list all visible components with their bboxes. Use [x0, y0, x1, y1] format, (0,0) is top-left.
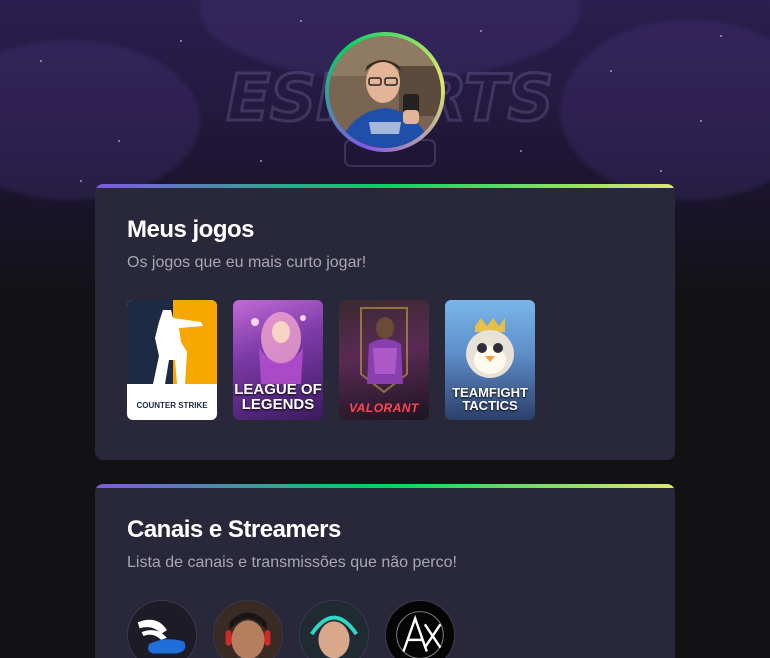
- winged-shoe-icon: [128, 601, 196, 658]
- avatar-photo: [329, 36, 441, 148]
- page: ESPORTS Meus jogos Os jogos que eu mais: [0, 0, 770, 658]
- agent-art-icon: [360, 307, 408, 394]
- channel-streamer-2[interactable]: [299, 600, 369, 658]
- game-valorant[interactable]: VALORANT: [339, 300, 429, 420]
- streamer-avatar: [300, 601, 368, 658]
- games-title: Meus jogos: [127, 216, 255, 243]
- games-subtitle: Os jogos que eu mais curto jogar!: [127, 254, 367, 271]
- games-list: COUNTER STRIKE LEAGUE OF LEGENDS VALORAN…: [127, 300, 535, 420]
- channels-list: [127, 600, 455, 658]
- ax-logo-icon: [386, 601, 454, 658]
- game-counter-strike[interactable]: COUNTER STRIKE: [127, 300, 217, 420]
- games-card: Meus jogos Os jogos que eu mais curto jo…: [95, 184, 675, 460]
- game-teamfight-tactics[interactable]: TEAMFIGHT TACTICS: [445, 300, 535, 420]
- pengu-icon: [466, 318, 514, 378]
- streamer-avatar: [214, 601, 282, 658]
- profile-avatar[interactable]: [325, 32, 445, 152]
- game-name: COUNTER STRIKE: [136, 401, 208, 410]
- soldier-icon: [153, 310, 203, 384]
- champion-art-icon: [251, 312, 306, 384]
- game-name: VALORANT: [349, 401, 419, 415]
- streams-title: Canais e Streamers: [127, 516, 341, 543]
- game-name: TEAMFIGHT TACTICS: [452, 385, 528, 413]
- game-league-of-legends[interactable]: LEAGUE OF LEGENDS: [233, 300, 323, 420]
- channel-winged-shoe[interactable]: [127, 600, 197, 658]
- channel-streamer-1[interactable]: [213, 600, 283, 658]
- streams-subtitle: Lista de canais e transmissões que não p…: [127, 554, 457, 571]
- streams-card: Canais e Streamers Lista de canais e tra…: [95, 484, 675, 658]
- game-name: LEAGUE OF LEGENDS: [234, 381, 322, 413]
- channel-ax[interactable]: [385, 600, 455, 658]
